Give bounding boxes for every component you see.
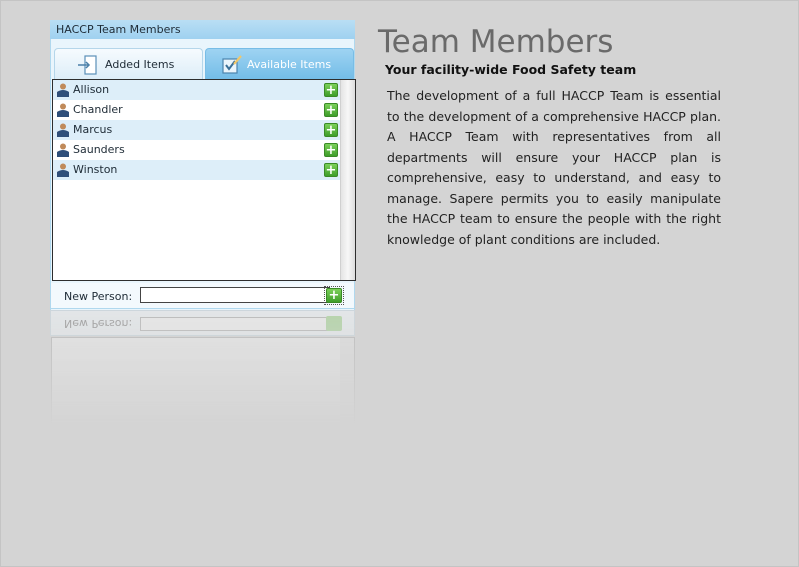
new-person-row: New Person: + bbox=[50, 283, 355, 309]
new-person-input[interactable] bbox=[140, 287, 330, 303]
member-rows: Allison + Chandler + Marcus + Saunders +… bbox=[53, 80, 340, 180]
add-member-button[interactable]: + bbox=[324, 83, 338, 97]
reflection-scrollbar bbox=[340, 338, 354, 426]
member-list: Allison + Chandler + Marcus + Saunders +… bbox=[52, 79, 356, 281]
add-member-button[interactable]: + bbox=[324, 163, 338, 177]
reflection-new-person-row: New Person: bbox=[50, 310, 355, 336]
team-members-panel: HACCP Team Members Added Items Available… bbox=[50, 20, 356, 310]
member-name: Marcus bbox=[73, 123, 113, 136]
list-item[interactable]: Allison + bbox=[53, 80, 340, 100]
panel-header: HACCP Team Members bbox=[50, 20, 355, 39]
reflection-input bbox=[140, 317, 328, 331]
member-name: Chandler bbox=[73, 103, 123, 116]
new-person-label: New Person: bbox=[64, 290, 133, 303]
plus-icon: + bbox=[326, 288, 342, 303]
member-name: Saunders bbox=[73, 143, 125, 156]
add-member-button[interactable]: + bbox=[324, 103, 338, 117]
reflection-plus-icon bbox=[326, 316, 342, 331]
checkbox-edit-icon bbox=[221, 54, 243, 79]
tab-available-items-label: Available Items bbox=[247, 58, 332, 71]
reflection-list bbox=[51, 337, 355, 426]
panel-body: Added Items Available Items Allison + Ch… bbox=[50, 39, 356, 310]
list-item[interactable]: Winston + bbox=[53, 160, 340, 180]
tab-strip: Added Items Available Items bbox=[54, 48, 354, 80]
add-member-button[interactable]: + bbox=[324, 123, 338, 137]
panel-reflection: New Person: bbox=[50, 310, 355, 426]
page-subtitle: Your facility-wide Food Safety team bbox=[385, 62, 637, 77]
member-name: Winston bbox=[73, 163, 118, 176]
member-name: Allison bbox=[73, 83, 110, 96]
add-member-button[interactable]: + bbox=[324, 143, 338, 157]
reflection-label: New Person: bbox=[64, 317, 133, 330]
tab-added-items-label: Added Items bbox=[105, 58, 175, 71]
page-title: Team Members bbox=[378, 24, 614, 60]
exit-door-icon bbox=[77, 54, 99, 79]
person-icon bbox=[57, 163, 69, 184]
list-item[interactable]: Saunders + bbox=[53, 140, 340, 160]
tab-added-items[interactable]: Added Items bbox=[54, 48, 203, 80]
page-description: The development of a full HACCP Team is … bbox=[387, 88, 721, 247]
list-scrollbar[interactable] bbox=[340, 80, 355, 280]
add-new-person-button[interactable]: + bbox=[324, 286, 344, 305]
list-item[interactable]: Marcus + bbox=[53, 120, 340, 140]
list-item[interactable]: Chandler + bbox=[53, 100, 340, 120]
tab-available-items[interactable]: Available Items bbox=[205, 48, 354, 80]
